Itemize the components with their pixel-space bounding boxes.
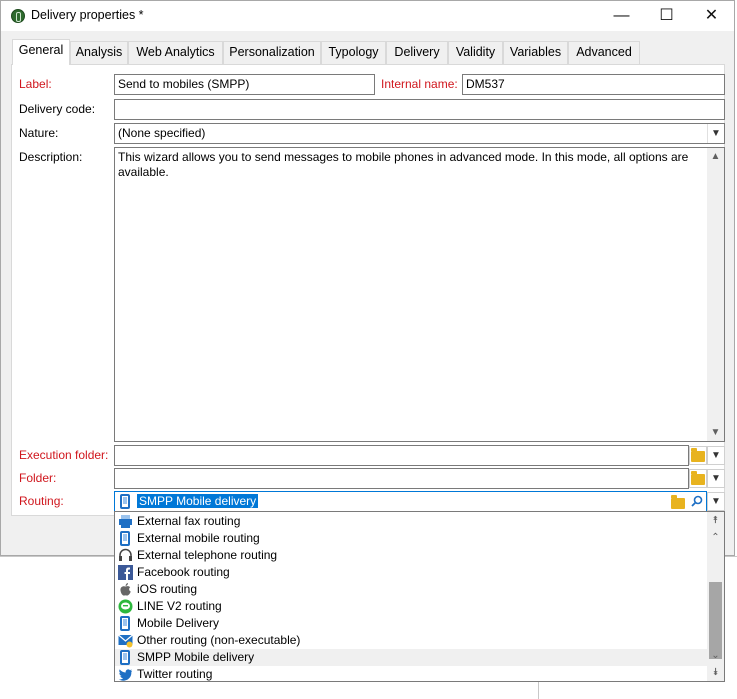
- line-icon: [118, 599, 133, 614]
- search-icon[interactable]: [691, 495, 703, 507]
- folder-label: Folder:: [19, 471, 57, 485]
- minimize-icon: —: [613, 7, 630, 24]
- scroll-up-icon[interactable]: ▲: [707, 148, 724, 165]
- apple-icon: [120, 583, 131, 596]
- list-item[interactable]: Facebook routing: [115, 564, 707, 581]
- tab-variables[interactable]: Variables: [503, 41, 568, 64]
- folder-icon[interactable]: [671, 495, 685, 509]
- folder-icon: [691, 448, 705, 462]
- scroll-bottom-icon[interactable]: ⯯: [707, 664, 724, 681]
- scroll-down-icon[interactable]: ▼: [707, 424, 724, 441]
- internal-name-label: Internal name:: [381, 77, 458, 91]
- folder-browse-button[interactable]: [689, 469, 707, 488]
- folder-input[interactable]: [114, 468, 689, 489]
- description-label: Description:: [19, 150, 83, 164]
- delivery-properties-window: Delivery properties * — ☐ ✕ General Anal…: [0, 0, 735, 556]
- close-icon: ✕: [704, 7, 719, 24]
- fax-icon: [119, 515, 132, 528]
- list-item[interactable]: Twitter routing: [115, 666, 707, 683]
- folder-dropdown-button[interactable]: ▼: [707, 469, 725, 488]
- folder-icon: [691, 471, 705, 485]
- twitter-icon: [118, 669, 132, 681]
- maximize-icon: ☐: [659, 7, 674, 24]
- app-icon: [11, 9, 25, 23]
- chevron-down-icon: ▼: [711, 473, 721, 484]
- tab-validity[interactable]: Validity: [448, 41, 503, 64]
- scroll-down-icon[interactable]: ⌄: [707, 647, 724, 664]
- minimize-button[interactable]: —: [599, 1, 644, 31]
- tab-advanced[interactable]: Advanced: [568, 41, 640, 64]
- facebook-icon: [118, 565, 133, 580]
- nature-value: (None specified): [118, 126, 206, 140]
- routing-dropdown-list[interactable]: External fax routing External mobile rou…: [114, 511, 725, 682]
- label-label: Label:: [19, 77, 52, 91]
- mobile-icon: [120, 494, 130, 509]
- scroll-up-icon[interactable]: ⌃: [707, 529, 724, 546]
- routing-select[interactable]: SMPP Mobile delivery: [114, 491, 707, 512]
- list-item[interactable]: iOS routing: [115, 581, 707, 598]
- routing-label: Routing:: [19, 494, 64, 508]
- tab-typology[interactable]: Typology: [321, 41, 386, 64]
- tab-general[interactable]: General: [12, 39, 70, 65]
- delivery-code-input[interactable]: [114, 99, 725, 120]
- tab-personalization[interactable]: Personalization: [223, 41, 321, 64]
- dropdown-scrollbar[interactable]: ⯭ ⌃ ⌄ ⯯: [707, 512, 724, 681]
- list-item[interactable]: External fax routing: [115, 513, 707, 530]
- title-bar: Delivery properties * — ☐ ✕: [1, 1, 734, 31]
- nature-select[interactable]: (None specified) ▼: [114, 123, 725, 144]
- scroll-top-icon[interactable]: ⯭: [707, 512, 724, 529]
- maximize-button[interactable]: ☐: [644, 1, 689, 31]
- nature-label: Nature:: [19, 126, 59, 140]
- routing-value: SMPP Mobile delivery: [137, 494, 259, 508]
- envelope-icon: [118, 634, 133, 648]
- close-button[interactable]: ✕: [689, 1, 734, 31]
- execution-folder-input[interactable]: [114, 445, 689, 466]
- mobile-icon: [120, 616, 130, 631]
- tab-delivery[interactable]: Delivery: [386, 41, 448, 64]
- chevron-down-icon: ▼: [711, 496, 721, 507]
- execution-folder-label: Execution folder:: [19, 448, 109, 462]
- list-item[interactable]: Other routing (non-executable): [115, 632, 707, 649]
- list-item[interactable]: Mobile Delivery: [115, 615, 707, 632]
- mobile-icon: [120, 531, 130, 546]
- list-item[interactable]: External mobile routing: [115, 530, 707, 547]
- list-item-selected[interactable]: SMPP Mobile delivery: [115, 649, 707, 666]
- execution-folder-dropdown-button[interactable]: ▼: [707, 446, 725, 465]
- window-title: Delivery properties *: [31, 8, 144, 22]
- routing-dropdown-button[interactable]: ▼: [707, 492, 725, 511]
- list-item[interactable]: External telephone routing: [115, 547, 707, 564]
- description-scrollbar[interactable]: ▲ ▼: [707, 148, 724, 441]
- list-item[interactable]: LINE V2 routing: [115, 598, 707, 615]
- description-text: This wizard allows you to send messages …: [118, 150, 689, 179]
- tab-web-analytics[interactable]: Web Analytics: [128, 41, 223, 64]
- label-input[interactable]: Send to mobiles (SMPP): [114, 74, 375, 95]
- description-textarea[interactable]: This wizard allows you to send messages …: [114, 147, 725, 442]
- mobile-icon: [120, 650, 130, 665]
- tab-analysis[interactable]: Analysis: [70, 41, 128, 64]
- delivery-code-label: Delivery code:: [19, 102, 96, 116]
- chevron-down-icon: ▼: [711, 450, 721, 461]
- internal-name-input[interactable]: DM537: [462, 74, 725, 95]
- execution-folder-browse-button[interactable]: [689, 446, 707, 465]
- chevron-down-icon[interactable]: ▼: [707, 124, 724, 143]
- headset-icon: [119, 548, 132, 561]
